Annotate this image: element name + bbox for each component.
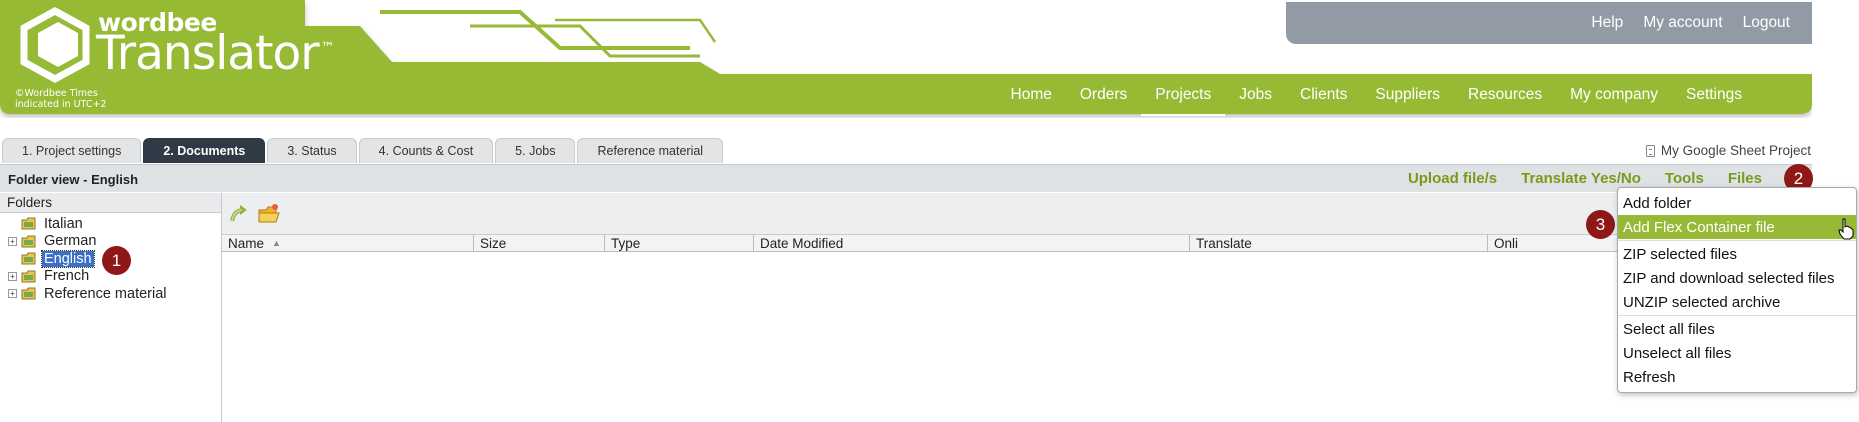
- menu-zip-selected-files[interactable]: ZIP selected files: [1618, 242, 1856, 266]
- folders-header: Folders: [0, 193, 221, 213]
- nav-settings[interactable]: Settings: [1672, 82, 1756, 116]
- tree-item-label: English: [41, 249, 95, 268]
- main-navigation: Home Orders Projects Jobs Clients Suppli…: [997, 82, 1756, 116]
- column-name-label: Name: [228, 235, 265, 251]
- project-name-text: My Google Sheet Project: [1660, 143, 1811, 158]
- column-translate[interactable]: Translate: [1190, 235, 1488, 251]
- tab-project-settings[interactable]: 1. Project settings: [2, 138, 142, 163]
- column-name[interactable]: Name ▲: [222, 235, 474, 251]
- nav-my-company[interactable]: My company: [1556, 82, 1672, 116]
- menu-refresh[interactable]: Refresh: [1618, 365, 1856, 389]
- toolbar-actions: Upload file/s Translate Yes/No Tools Fil…: [1408, 170, 1762, 187]
- tree-item-label: Italian: [44, 215, 83, 232]
- tree-item-italian[interactable]: Italian: [8, 215, 221, 233]
- nav-home[interactable]: Home: [997, 82, 1066, 116]
- menu-separator: [1618, 240, 1856, 241]
- column-type[interactable]: Type: [605, 235, 754, 251]
- top-links-bar: Help My account Logout: [1286, 2, 1812, 44]
- menu-select-all-files[interactable]: Select all files: [1618, 317, 1856, 341]
- nav-suppliers[interactable]: Suppliers: [1361, 82, 1454, 116]
- file-tools-bar: [222, 193, 1812, 235]
- tools-menu-button[interactable]: Tools: [1665, 170, 1704, 187]
- files-menu-button[interactable]: Files: [1728, 170, 1762, 187]
- sort-ascending-icon: ▲: [272, 238, 281, 248]
- files-dropdown-menu: Add folder Add Flex Container file ZIP s…: [1617, 187, 1857, 393]
- tab-documents[interactable]: 2. Documents: [143, 138, 266, 163]
- tab-reference-material[interactable]: Reference material: [577, 138, 724, 163]
- project-tabs: 1. Project settings 2. Documents 3. Stat…: [2, 138, 724, 163]
- files-panel: Name ▲ Size Type Date Modified Translate …: [222, 193, 1812, 422]
- folder-icon: [21, 270, 36, 283]
- column-date-modified-label: Date Modified: [760, 235, 844, 251]
- tree-item-label: Reference material: [44, 285, 167, 302]
- folder-view-title: Folder view - English: [8, 172, 139, 187]
- nav-clients[interactable]: Clients: [1286, 82, 1361, 116]
- menu-zip-download-selected-files[interactable]: ZIP and download selected files: [1618, 266, 1856, 290]
- tree-item-reference-material[interactable]: + Reference material: [8, 285, 221, 303]
- new-folder-icon[interactable]: [258, 203, 280, 225]
- folders-panel: Folders Italian + German English + Frenc…: [0, 193, 222, 422]
- menu-unselect-all-files[interactable]: Unselect all files: [1618, 341, 1856, 365]
- folder-up-icon[interactable]: [228, 203, 250, 225]
- callout-marker-1: 1: [102, 246, 131, 275]
- menu-separator: [1618, 315, 1856, 316]
- copyright-timezone-note: ©Wordbee Times indicated in UTC+2: [15, 88, 107, 110]
- column-size-label: Size: [480, 235, 507, 251]
- brand-title-text: Translator: [96, 26, 320, 81]
- help-link[interactable]: Help: [1591, 14, 1623, 32]
- hexagon-logo-icon[interactable]: [18, 5, 92, 85]
- app-header: wordbee Translator ™ ©Wordbee Times indic…: [0, 0, 1812, 118]
- tab-jobs[interactable]: 5. Jobs: [495, 138, 576, 163]
- upload-files-button[interactable]: Upload file/s: [1408, 170, 1497, 187]
- expand-icon[interactable]: +: [8, 271, 17, 281]
- folder-icon: [21, 287, 36, 300]
- folder-icon: [21, 252, 36, 265]
- nav-jobs[interactable]: Jobs: [1225, 82, 1286, 116]
- brand-title: Translator ™: [96, 26, 335, 81]
- column-date-modified[interactable]: Date Modified: [754, 235, 1190, 251]
- nav-orders[interactable]: Orders: [1066, 82, 1141, 116]
- menu-add-flex-container-file[interactable]: Add Flex Container file: [1618, 215, 1856, 239]
- tab-counts-cost[interactable]: 4. Counts & Cost: [358, 138, 494, 163]
- my-account-link[interactable]: My account: [1643, 14, 1722, 32]
- column-online[interactable]: Onli: [1488, 235, 1548, 251]
- project-name: My Google Sheet Project: [1645, 143, 1811, 158]
- tree-item-label: French: [44, 268, 90, 285]
- tree-item-label: German: [44, 233, 97, 250]
- menu-add-folder[interactable]: Add folder: [1618, 191, 1856, 215]
- tab-status[interactable]: 3. Status: [267, 138, 357, 163]
- translate-yes-no-button[interactable]: Translate Yes/No: [1521, 170, 1641, 187]
- folder-toolbar: Folder view - English Upload file/s Tran…: [0, 164, 1812, 192]
- column-translate-label: Translate: [1196, 235, 1252, 251]
- expand-icon[interactable]: +: [8, 289, 17, 299]
- callout-marker-3: 3: [1586, 210, 1615, 239]
- column-type-label: Type: [611, 235, 641, 251]
- file-grid-header: Name ▲ Size Type Date Modified Translate …: [222, 235, 1812, 252]
- logout-link[interactable]: Logout: [1743, 14, 1790, 32]
- trademark-symbol: ™: [320, 40, 335, 56]
- column-online-label: Onli: [1494, 235, 1519, 251]
- column-size[interactable]: Size: [474, 235, 605, 251]
- nav-resources[interactable]: Resources: [1454, 82, 1556, 116]
- expand-icon[interactable]: +: [8, 236, 17, 246]
- hand-pointer-icon: [1838, 218, 1854, 240]
- document-icon: [1645, 144, 1655, 157]
- menu-unzip-selected-archive[interactable]: UNZIP selected archive: [1618, 290, 1856, 314]
- folder-icon: [21, 217, 36, 230]
- nav-projects[interactable]: Projects: [1141, 82, 1226, 116]
- folder-icon: [21, 235, 36, 248]
